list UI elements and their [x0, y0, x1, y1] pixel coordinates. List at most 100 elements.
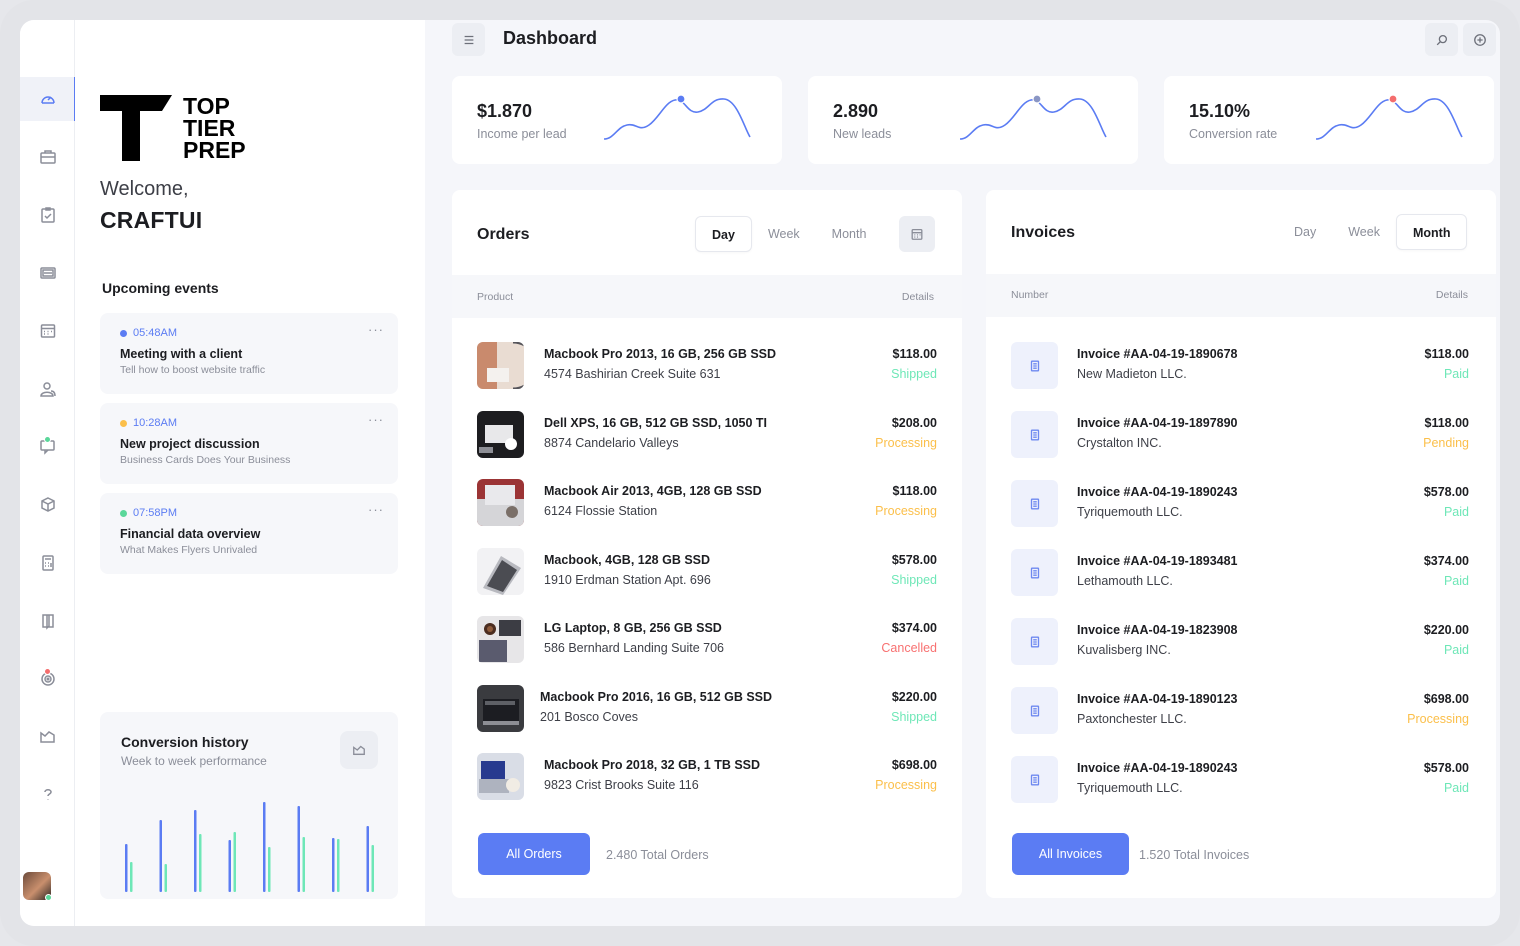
invoice-price: $118.00: [1424, 347, 1470, 361]
invoice-number: Invoice #AA-04-19-1890243: [1077, 761, 1238, 775]
stat-label: New leads: [833, 127, 892, 141]
search-button[interactable]: [1425, 23, 1458, 56]
all-orders-button[interactable]: All Orders: [478, 833, 590, 875]
nav-users[interactable]: [20, 367, 75, 411]
more-options-icon[interactable]: ···: [368, 322, 384, 337]
add-button[interactable]: [1463, 23, 1496, 56]
event-color-dot: [120, 419, 127, 427]
cube-icon: [40, 497, 55, 512]
events-title: Upcoming events: [102, 280, 219, 296]
order-row[interactable]: LG Laptop, 8 GB, 256 GB SSD 586 Bernhard …: [452, 616, 962, 664]
app-screen: TOP TIER PREP Welcome, CRAFTUI Upcoming …: [20, 20, 1500, 926]
invoice-row[interactable]: Invoice #AA-04-19-1890123 Paxtonchester L…: [986, 687, 1496, 735]
invoice-row[interactable]: Invoice #AA-04-19-1890678 New Madieton LL…: [986, 342, 1496, 390]
stat-card: 15.10% Conversion rate: [1164, 76, 1494, 164]
invoice-price: $220.00: [1423, 623, 1469, 637]
orders-table-header: Product Details: [452, 275, 962, 318]
invoice-company: Tyriquemouth LLC.: [1077, 781, 1183, 795]
nav-briefcase[interactable]: [20, 135, 75, 179]
tab-week[interactable]: Week: [752, 216, 816, 252]
invoice-number: Invoice #AA-04-19-1897890: [1077, 416, 1238, 430]
inbox-stack-icon: [39, 267, 56, 279]
device-frame: TOP TIER PREP Welcome, CRAFTUI Upcoming …: [0, 0, 1520, 946]
product-name: Macbook Pro 2018, 32 GB, 1 TB SSD: [544, 758, 761, 772]
invoice-row[interactable]: Invoice #AA-04-19-1823908 Kuvalisberg INC…: [986, 618, 1496, 666]
nav-help[interactable]: [20, 773, 75, 817]
tab-week[interactable]: Week: [1332, 214, 1396, 250]
nav-calculator[interactable]: [20, 541, 75, 585]
nav-chart[interactable]: [20, 715, 75, 759]
bar-secondary: [130, 862, 133, 892]
brand-line: PREP: [183, 137, 246, 161]
product-name: LG Laptop, 8 GB, 256 GB SSD: [544, 621, 722, 635]
invoice-price: $374.00: [1423, 554, 1469, 568]
document-icon: [1030, 498, 1039, 509]
invoice-price: $578.00: [1423, 761, 1469, 775]
invoice-status: Paid: [1443, 574, 1469, 588]
invoice-price: $698.00: [1423, 692, 1469, 706]
invoice-number: Invoice #AA-04-19-1890243: [1077, 485, 1238, 499]
more-options-icon[interactable]: ···: [368, 502, 384, 517]
invoice-row[interactable]: Invoice #AA-04-19-1890243 Tyriquemouth LL…: [986, 480, 1496, 528]
event-subtitle: What Makes Flyers Unrivaled: [120, 544, 258, 556]
order-row[interactable]: Macbook Pro 2016, 16 GB, 512 GB SSD 201 B…: [452, 684, 962, 733]
product-thumbnail: [477, 547, 524, 595]
invoice-icon-tile: [1011, 411, 1058, 458]
nav-inbox-stack[interactable]: [20, 251, 75, 295]
chart-icon: [39, 731, 55, 743]
col-details: Details: [901, 291, 934, 303]
event-card[interactable]: 10:28AM New project discussion Business Ca…: [100, 403, 398, 484]
menu-button[interactable]: [452, 23, 485, 56]
invoices-title: Invoices: [1011, 224, 1076, 241]
more-options-icon[interactable]: ···: [368, 412, 384, 427]
nav-book[interactable]: [20, 599, 75, 643]
product-thumbnail: [477, 342, 524, 389]
invoice-status: Paid: [1443, 643, 1469, 657]
nav-cube[interactable]: [20, 483, 75, 527]
bar-secondary: [337, 839, 340, 892]
invoice-status: Processing: [1407, 712, 1469, 726]
tab-month[interactable]: Month: [1395, 214, 1468, 250]
tab-month[interactable]: Month: [816, 216, 883, 252]
order-row[interactable]: Macbook Air 2013, 4GB, 128 GB SSD 6124 Fl…: [452, 479, 962, 527]
col-details: Details: [1435, 289, 1468, 301]
clipboard-check-icon: [40, 207, 55, 223]
bar-secondary: [302, 837, 305, 892]
tab-day[interactable]: Day: [695, 216, 752, 252]
invoice-row[interactable]: Invoice #AA-04-19-1890243 Tyriquemouth LL…: [986, 756, 1496, 804]
product-name: Dell XPS, 16 GB, 512 GB SSD, 1050 TI: [544, 415, 768, 430]
all-invoices-button[interactable]: All Invoices: [1012, 833, 1129, 875]
page-title: Dashboard: [503, 28, 598, 48]
sparkline: [1315, 94, 1463, 140]
conversion-title: Conversion history: [121, 734, 249, 750]
search-icon: [1436, 34, 1447, 45]
calculator-icon: [41, 555, 54, 571]
order-row[interactable]: Dell XPS, 16 GB, 512 GB SSD, 1050 TI 8874…: [452, 410, 962, 459]
order-row[interactable]: Macbook Pro 2013, 16 GB, 256 GB SSD 4574 …: [452, 342, 962, 390]
nav-speedometer[interactable]: [20, 77, 76, 121]
event-card[interactable]: 07:58PM Financial data overview What Makes…: [100, 493, 398, 574]
chart-options-button[interactable]: [340, 731, 378, 769]
tab-day[interactable]: Day: [1278, 214, 1332, 250]
order-row[interactable]: Macbook, 4GB, 128 GB SSD 1910 Erdman Stat…: [452, 547, 962, 596]
nav-chat[interactable]: [20, 425, 75, 469]
orders-calendar-button[interactable]: [899, 216, 935, 252]
event-title: Financial data overview: [120, 527, 261, 541]
invoice-company: Paxtonchester LLC.: [1077, 712, 1187, 726]
nav-target[interactable]: [20, 657, 75, 701]
event-card[interactable]: 05:48AM Meeting with a client Tell how to …: [100, 313, 398, 394]
order-status: Shipped: [891, 709, 937, 724]
invoice-status: Pending: [1423, 436, 1469, 450]
invoice-row[interactable]: Invoice #AA-04-19-1893481 Lethamouth LLC.…: [986, 549, 1496, 597]
order-status: Processing: [875, 778, 937, 792]
brand-logo[interactable]: TOP TIER PREP: [100, 93, 265, 166]
nav-clipboard-check[interactable]: [20, 193, 75, 237]
username: CRAFTUI: [100, 207, 203, 233]
invoice-row[interactable]: Invoice #AA-04-19-1897890 Crystalton INC.…: [986, 411, 1496, 459]
product-thumbnail: [477, 616, 524, 663]
nav-calendar[interactable]: [20, 309, 75, 353]
order-row[interactable]: Macbook Pro 2018, 32 GB, 1 TB SSD 9823 Cr…: [452, 753, 962, 801]
event-time-row: 07:58PM: [120, 507, 378, 519]
user-avatar[interactable]: [23, 872, 52, 901]
bar-primary: [125, 844, 128, 892]
